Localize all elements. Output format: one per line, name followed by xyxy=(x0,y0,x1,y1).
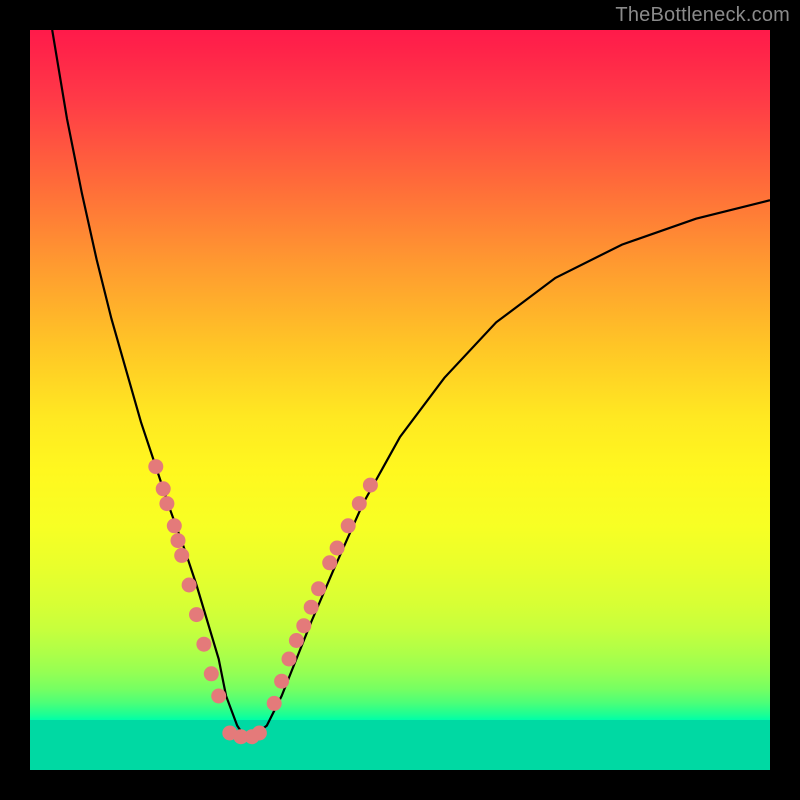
data-dot xyxy=(274,674,289,689)
data-dot xyxy=(322,555,337,570)
data-dot xyxy=(330,541,345,556)
data-dot xyxy=(341,518,356,533)
data-dot xyxy=(267,696,282,711)
data-dot xyxy=(363,478,378,493)
data-dot xyxy=(289,633,304,648)
plot-area xyxy=(30,30,770,770)
data-dot xyxy=(296,618,311,633)
data-dot xyxy=(159,496,174,511)
v-curve-path xyxy=(52,30,770,737)
dot-group xyxy=(148,459,378,744)
data-dot xyxy=(189,607,204,622)
curve-layer xyxy=(30,30,770,770)
data-dot xyxy=(174,548,189,563)
data-dot xyxy=(156,481,171,496)
data-dot xyxy=(148,459,163,474)
data-dot xyxy=(182,578,197,593)
watermark-text: TheBottleneck.com xyxy=(615,4,790,27)
data-dot xyxy=(204,666,219,681)
data-dot xyxy=(171,533,186,548)
data-dot xyxy=(282,652,297,667)
data-dot xyxy=(167,518,182,533)
chart-stage: TheBottleneck.com xyxy=(0,0,800,800)
data-dot xyxy=(311,581,326,596)
data-dot xyxy=(304,600,319,615)
data-dot xyxy=(252,726,267,741)
data-dot xyxy=(211,689,226,704)
data-dot xyxy=(352,496,367,511)
data-dot xyxy=(196,637,211,652)
